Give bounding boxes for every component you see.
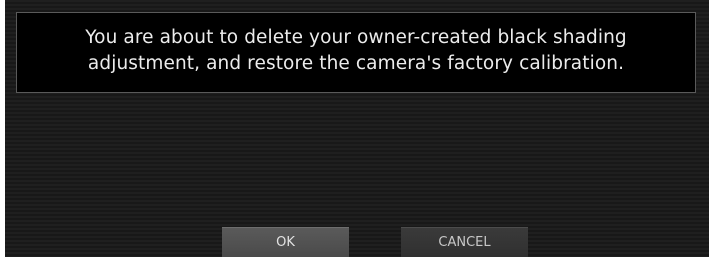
message-box: You are about to delete your owner-creat… xyxy=(16,12,696,93)
cancel-button[interactable]: CANCEL xyxy=(401,227,528,257)
message-line-2: adjustment, and restore the camera's fac… xyxy=(87,53,625,74)
ok-button[interactable]: OK xyxy=(222,227,349,257)
message-line-1: You are about to delete your owner-creat… xyxy=(85,27,627,48)
dialog-message: You are about to delete your owner-creat… xyxy=(85,25,627,77)
confirmation-dialog: You are about to delete your owner-creat… xyxy=(5,0,709,257)
button-row: OK CANCEL xyxy=(5,227,709,257)
